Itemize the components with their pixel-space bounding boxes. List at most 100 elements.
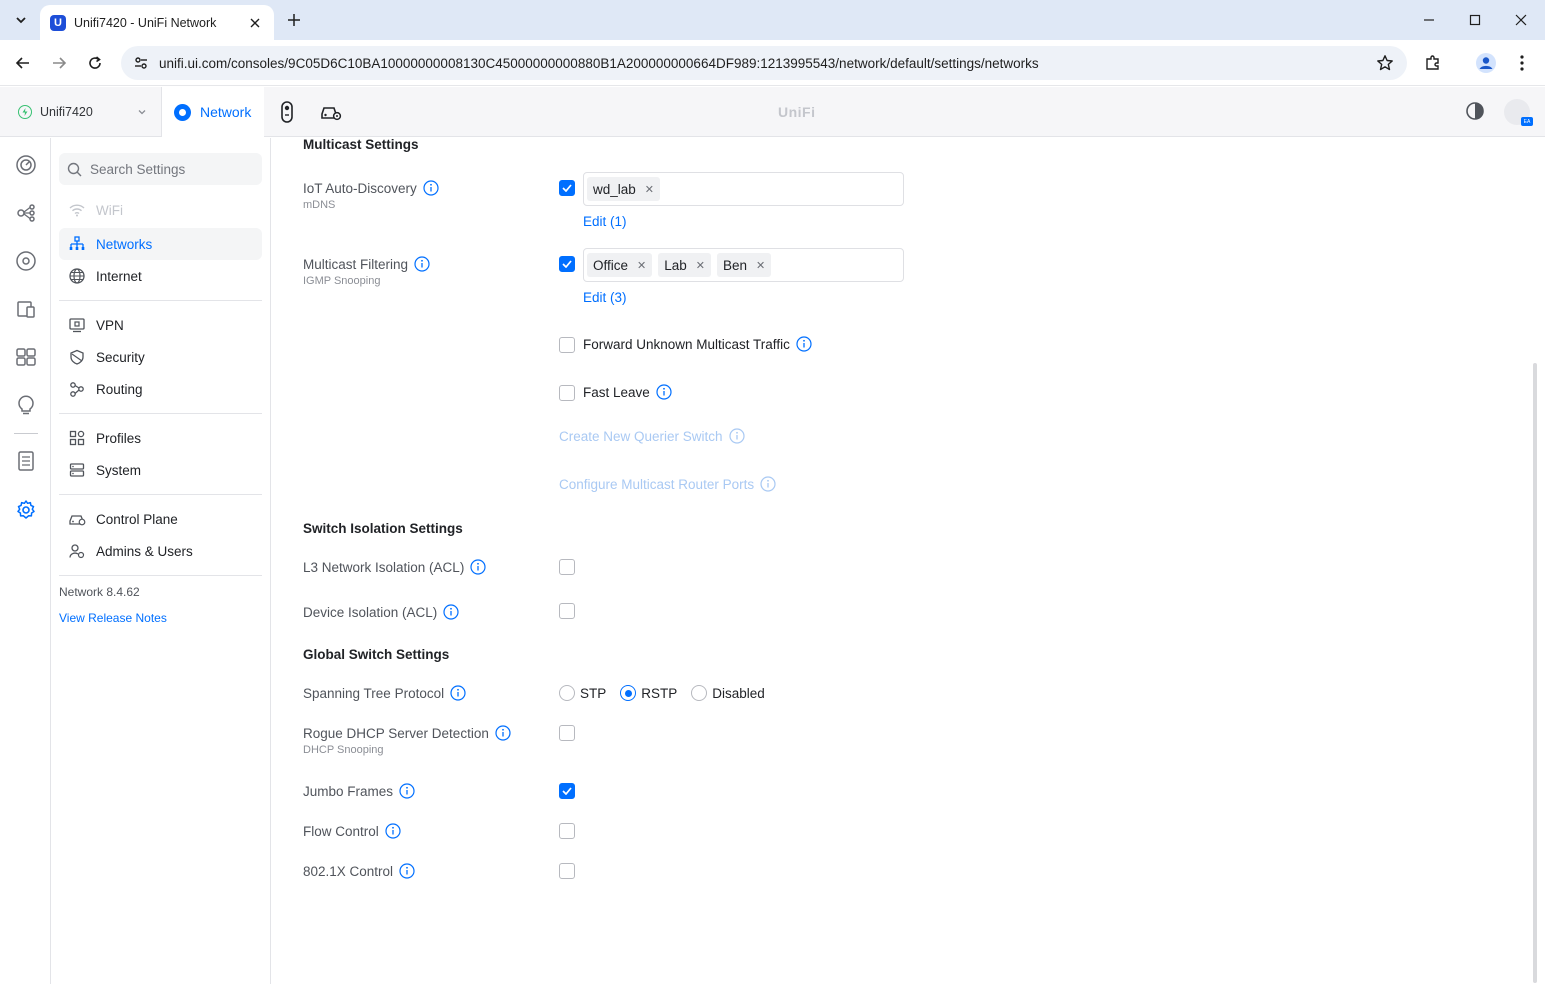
chevron-down-icon: [138, 110, 146, 115]
user-avatar[interactable]: EA: [1504, 99, 1533, 126]
sidebar-item-label: Networks: [96, 236, 153, 252]
remove-chip-icon[interactable]: ✕: [637, 259, 646, 272]
new-tab-button[interactable]: [283, 9, 305, 31]
back-button[interactable]: [10, 50, 36, 76]
chip-label: Ben: [722, 257, 748, 273]
rail-system-log[interactable]: [13, 448, 39, 474]
sidebar-item-security[interactable]: Security: [59, 341, 262, 373]
remove-chip-icon[interactable]: ✕: [645, 183, 654, 196]
info-icon[interactable]: [450, 685, 466, 701]
dot1x-control-checkbox[interactable]: [559, 863, 575, 879]
reload-button[interactable]: [82, 50, 108, 76]
close-window-button[interactable]: [1508, 8, 1534, 32]
settings-content: Multicast Settings IoT Auto-Discovery mD…: [271, 137, 1545, 984]
create-querier-switch-link[interactable]: Create New Querier Switch: [559, 428, 745, 444]
field-label: Multicast Filtering: [303, 256, 409, 272]
rogue-dhcp-checkbox[interactable]: [559, 725, 575, 741]
sidebar-item-wifi[interactable]: WiFi: [59, 194, 262, 226]
bookmark-button[interactable]: [1373, 51, 1397, 75]
stp-radio-disabled[interactable]: [691, 685, 708, 701]
app-tab-innerspace[interactable]: [318, 99, 344, 125]
browser-menu-button[interactable]: [1509, 50, 1535, 76]
multicast-filtering-networks-select[interactable]: Office ✕ Lab ✕ Ben ✕: [583, 248, 904, 282]
app-tab-protect[interactable]: [274, 99, 300, 125]
chevron-down-icon: [16, 17, 26, 24]
info-icon[interactable]: [656, 384, 672, 400]
sidebar-item-control-plane[interactable]: Control Plane: [59, 503, 262, 535]
close-tab-button[interactable]: [246, 14, 264, 32]
info-icon[interactable]: [414, 256, 430, 272]
profiles-grid-icon: [68, 429, 86, 447]
info-icon[interactable]: [443, 604, 459, 620]
forward-unknown-multicast-checkbox[interactable]: [559, 337, 575, 353]
forward-button[interactable]: [46, 50, 72, 76]
flow-control-checkbox[interactable]: [559, 823, 575, 839]
close-icon: [250, 18, 260, 27]
address-bar[interactable]: unifi.ui.com/consoles/9C05D6C10BA1000000…: [121, 46, 1407, 80]
iot-edit-link[interactable]: Edit (1): [583, 214, 627, 229]
extensions-button[interactable]: [1420, 50, 1446, 76]
info-icon[interactable]: [385, 823, 401, 839]
sidebar-item-vpn[interactable]: VPN: [59, 309, 262, 341]
minimize-button[interactable]: [1416, 8, 1442, 32]
fast-leave-checkbox[interactable]: [559, 385, 575, 401]
profile-button[interactable]: [1473, 50, 1499, 76]
app-tab-network[interactable]: Network: [162, 87, 264, 137]
chip-label: wd_lab: [593, 181, 636, 197]
sidebar-item-label: Profiles: [96, 430, 142, 446]
gear-icon: [17, 500, 35, 519]
device-isolation-checkbox[interactable]: [559, 603, 575, 619]
console-selector[interactable]: Unifi7420: [0, 87, 162, 137]
rail-ports[interactable]: [13, 344, 39, 370]
sidebar-item-label: WiFi: [96, 202, 123, 218]
stp-radio-stp[interactable]: [559, 685, 575, 701]
theme-toggle-button[interactable]: [1465, 101, 1487, 123]
multicast-filtering-sublabel: IGMP Snooping: [303, 275, 381, 287]
check-icon: [562, 184, 572, 192]
fast-leave-label: Fast Leave: [583, 384, 672, 400]
sidebar-item-routing[interactable]: Routing: [59, 373, 262, 405]
sidebar-item-admins-users[interactable]: Admins & Users: [59, 535, 262, 567]
sidebar-item-internet[interactable]: Internet: [59, 260, 262, 292]
configure-router-ports-link[interactable]: Configure Multicast Router Ports: [559, 476, 776, 492]
content-scrollbar[interactable]: [1533, 363, 1537, 983]
tab-search-button[interactable]: [8, 7, 34, 33]
dashboard-icon: [16, 155, 36, 175]
rail-dashboard[interactable]: [13, 152, 39, 178]
multicast-filtering-edit-link[interactable]: Edit (3): [583, 290, 627, 305]
section-title-global-switch: Global Switch Settings: [303, 647, 450, 662]
browser-tab[interactable]: U Unifi7420 - UniFi Network: [40, 5, 274, 40]
sidebar-item-networks[interactable]: Networks: [59, 228, 262, 260]
rail-topology[interactable]: [13, 200, 39, 226]
release-notes-link[interactable]: View Release Notes: [59, 611, 167, 625]
info-icon[interactable]: [399, 863, 415, 879]
field-label: IoT Auto-Discovery: [303, 180, 417, 196]
rail-insights[interactable]: [13, 392, 39, 418]
info-icon[interactable]: [760, 476, 776, 492]
rail-clients[interactable]: [13, 296, 39, 322]
network-app-icon: [174, 103, 191, 121]
stp-radio-rstp[interactable]: [620, 685, 637, 701]
sidebar-item-profiles[interactable]: Profiles: [59, 422, 262, 454]
sidebar-item-label: Internet: [96, 268, 142, 284]
info-icon[interactable]: [423, 180, 439, 196]
l3-isolation-checkbox[interactable]: [559, 559, 575, 575]
sidebar-item-system[interactable]: System: [59, 454, 262, 486]
settings-search-input[interactable]: Search Settings: [59, 153, 262, 185]
remove-chip-icon[interactable]: ✕: [696, 259, 705, 272]
info-icon[interactable]: [399, 783, 415, 799]
multicast-filtering-checkbox[interactable]: [559, 256, 575, 272]
remove-chip-icon[interactable]: ✕: [756, 259, 765, 272]
info-icon[interactable]: [796, 336, 812, 352]
iot-auto-discovery-checkbox[interactable]: [559, 180, 575, 196]
jumbo-frames-checkbox[interactable]: [559, 783, 575, 799]
maximize-button[interactable]: [1462, 8, 1488, 32]
rail-settings[interactable]: [13, 497, 39, 523]
site-info-button[interactable]: [131, 53, 151, 73]
info-icon[interactable]: [495, 725, 511, 741]
rail-devices[interactable]: [13, 248, 39, 274]
info-icon[interactable]: [728, 428, 745, 444]
check-icon: [562, 787, 572, 795]
iot-networks-select[interactable]: wd_lab ✕: [583, 172, 904, 206]
info-icon[interactable]: [470, 559, 486, 575]
